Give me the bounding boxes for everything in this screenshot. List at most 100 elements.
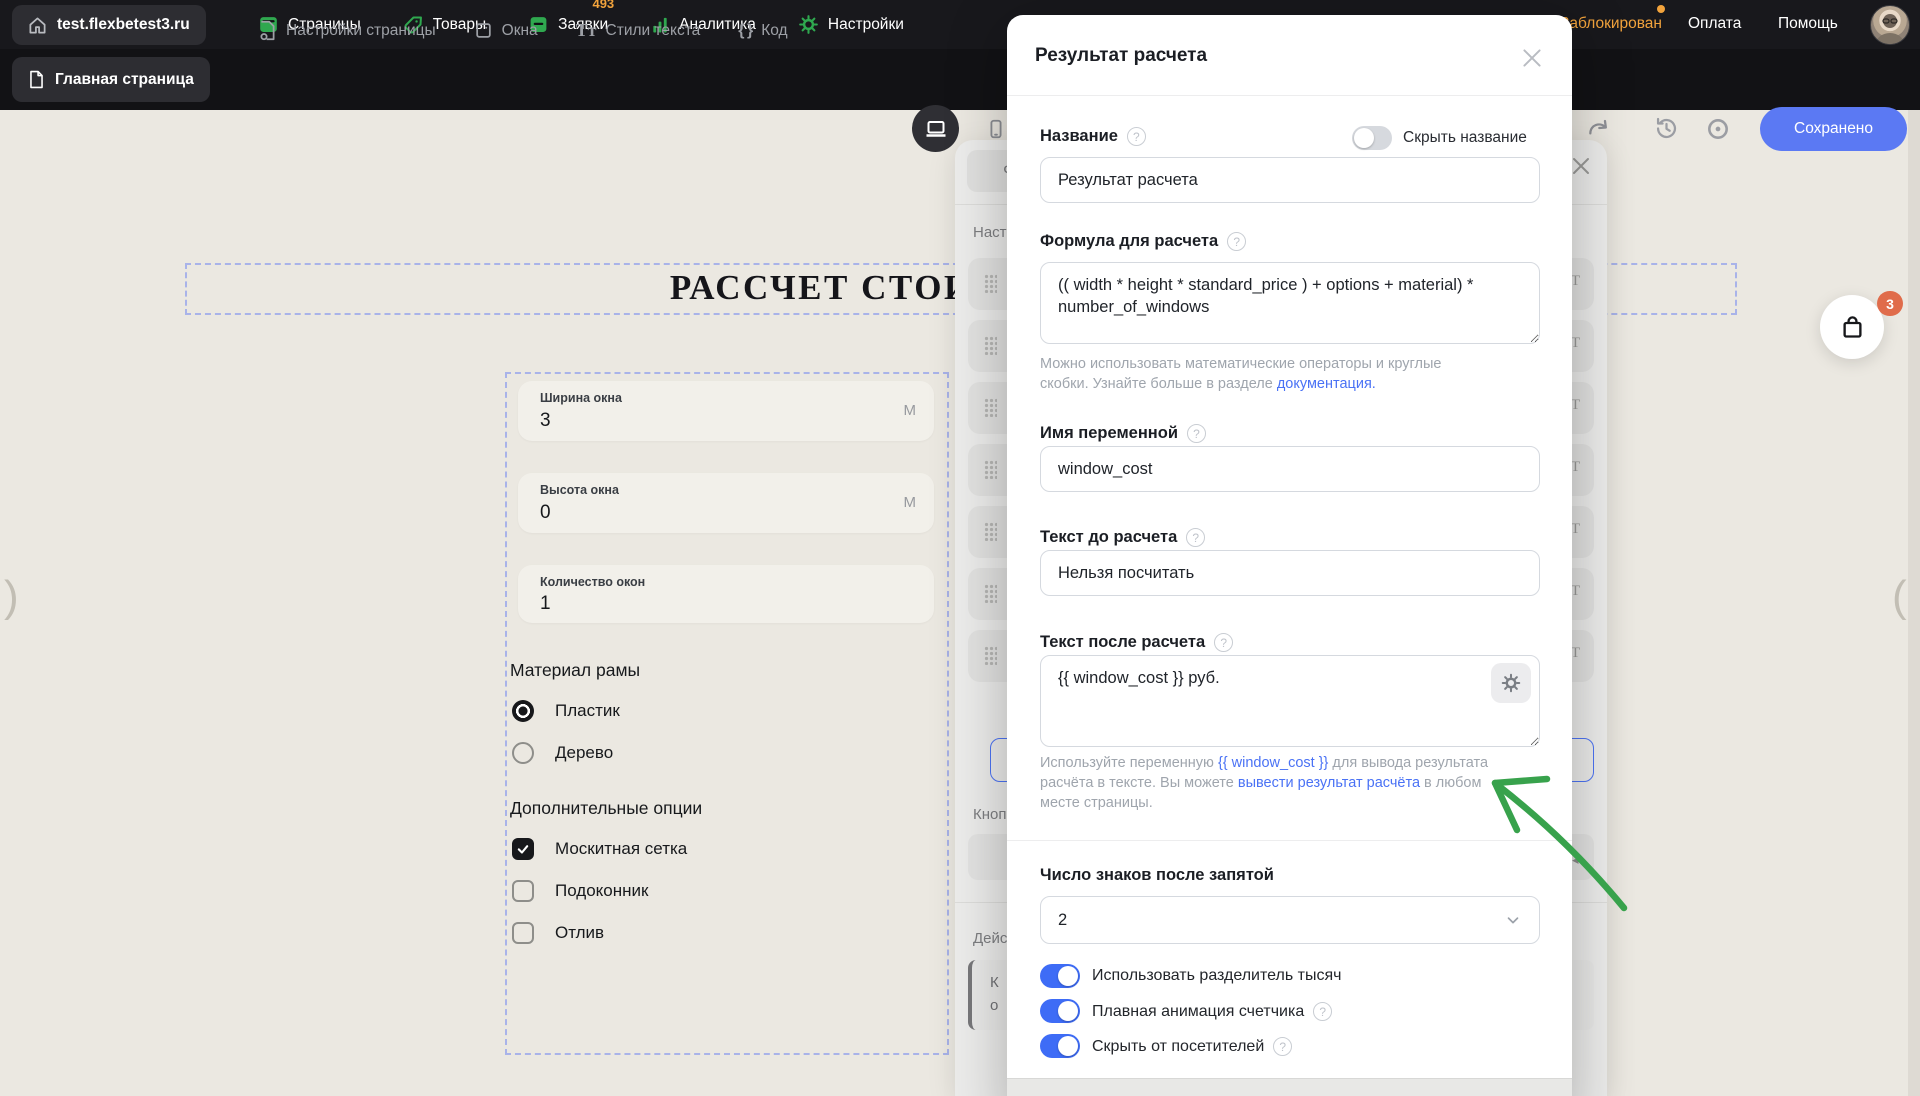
help-icon[interactable]: ? — [1313, 1002, 1332, 1021]
name-label-row: Название ? — [1040, 127, 1146, 146]
help-icon[interactable]: ? — [1186, 528, 1205, 547]
panel-close-icon[interactable] — [1569, 154, 1593, 183]
right-panel-collapse-chevron[interactable]: ( — [1892, 572, 1907, 622]
preview-eye-button[interactable] — [1705, 116, 1731, 147]
text-after-settings-button[interactable] — [1491, 663, 1531, 703]
app-root: ) ( test.flexbetest3.ru Страницы Товары — [0, 0, 1920, 1096]
text-before-label-row: Текст до расчета ? — [1040, 528, 1205, 547]
modal-header-divider — [1007, 95, 1572, 96]
page-name: Главная страница — [55, 71, 194, 89]
redo-button[interactable] — [1586, 115, 1612, 146]
drag-handle-icon[interactable] — [984, 274, 997, 293]
help-icon[interactable]: ? — [1187, 424, 1206, 443]
history-button[interactable] — [1653, 115, 1680, 147]
code-button[interactable]: { } Код — [738, 22, 787, 40]
decimals-select[interactable]: 2 — [1040, 896, 1540, 944]
thousands-separator-toggle[interactable] — [1040, 964, 1080, 988]
text-after-hint: Используйте переменную {{ window_cost }}… — [1040, 753, 1490, 813]
modal-footer — [1007, 1078, 1572, 1096]
page-icon — [28, 70, 45, 89]
drag-handle-icon[interactable] — [984, 336, 997, 355]
width-field[interactable]: Ширина окна 3 М — [518, 381, 934, 441]
modal-title: Результат расчета — [1035, 45, 1207, 67]
formula-label-row: Формула для расчета ? — [1040, 232, 1246, 251]
help-icon[interactable]: ? — [1127, 127, 1146, 146]
counter-animation-label: Плавная анимация счетчика ? — [1092, 1002, 1332, 1021]
field-type-icon: Т — [1571, 645, 1580, 662]
checkbox-mosquito-net[interactable]: Москитная сетка — [512, 838, 687, 860]
mobile-icon — [985, 118, 1007, 140]
text-before-input[interactable] — [1040, 550, 1540, 596]
home-icon — [28, 16, 47, 35]
drag-handle-icon[interactable] — [984, 460, 997, 479]
calc-result-modal: Результат расчета Название ? Скрыть назв… — [1007, 15, 1572, 1096]
saved-button[interactable]: Сохранено — [1760, 107, 1907, 151]
help-icon[interactable]: ? — [1227, 232, 1246, 251]
checkbox-unchecked-icon — [512, 922, 534, 944]
checkbox-unchecked-icon — [512, 880, 534, 902]
radio-wood[interactable]: Дерево — [512, 742, 613, 764]
collapse-arrow-icon[interactable]: ◂ — [1572, 852, 1579, 868]
hide-from-visitors-label: Скрыть от посетителей ? — [1092, 1037, 1292, 1056]
text-styles-icon: Tт — [576, 20, 597, 41]
field-type-icon: Т — [1571, 459, 1580, 476]
modal-section-divider — [1007, 840, 1572, 841]
field-type-icon: Т — [1571, 583, 1580, 600]
text-styles-button[interactable]: Tт Стили текста — [576, 20, 701, 41]
checkbox-checked-icon — [512, 838, 534, 860]
height-field[interactable]: Высота окна 0 М — [518, 473, 934, 533]
user-avatar[interactable] — [1870, 5, 1910, 45]
count-field[interactable]: Количество окон 1 — [518, 565, 934, 623]
name-input[interactable] — [1040, 157, 1540, 203]
documentation-link[interactable]: документация. — [1277, 376, 1376, 392]
print-result-link[interactable]: вывести результат расчёта — [1238, 775, 1420, 791]
cart-button[interactable]: 3 — [1820, 295, 1884, 359]
right-edge-strip — [1908, 110, 1920, 1096]
payment-link[interactable]: Оплата — [1688, 15, 1741, 33]
drag-handle-icon[interactable] — [984, 522, 997, 541]
radio-selected-icon — [512, 700, 534, 722]
drag-handle-icon[interactable] — [984, 646, 997, 665]
checkbox-windowsill[interactable]: Подоконник — [512, 880, 648, 902]
site-switcher[interactable]: test.flexbetest3.ru — [12, 5, 206, 45]
status-notification-dot — [1657, 5, 1665, 13]
hide-name-toggle[interactable] — [1352, 126, 1392, 150]
chevron-down-icon — [1504, 911, 1522, 929]
account-status-label: Заблокирован — [1560, 15, 1662, 33]
text-after-textarea[interactable]: {{ window_cost }} руб. — [1040, 655, 1540, 747]
cart-count-badge: 3 — [1877, 291, 1903, 316]
desktop-view-button[interactable] — [912, 105, 959, 152]
current-page-selector[interactable]: Главная страница — [12, 57, 210, 102]
field-type-icon: Т — [1571, 397, 1580, 414]
gear-icon — [798, 14, 819, 35]
modal-close-icon[interactable] — [1519, 45, 1545, 76]
radio-unselected-icon — [512, 742, 534, 764]
extra-options-label: Дополнительные опции — [510, 798, 702, 819]
desktop-icon — [924, 117, 948, 141]
help-icon[interactable]: ? — [1214, 633, 1233, 652]
formula-hint: Можно использовать математические операт… — [1040, 354, 1470, 394]
formula-textarea[interactable]: (( width * height * standard_price ) + o… — [1040, 262, 1540, 344]
checkbox-drip[interactable]: Отлив — [512, 922, 604, 944]
nav-settings[interactable]: Настройки — [798, 14, 904, 35]
help-icon[interactable]: ? — [1273, 1037, 1292, 1056]
left-panel-collapse-chevron[interactable]: ) — [4, 572, 19, 622]
frame-material-label: Материал рамы — [510, 660, 640, 681]
thousands-separator-label: Использовать разделитель тысяч — [1092, 967, 1341, 985]
radio-plastic[interactable]: Пластик — [512, 700, 620, 722]
variable-input[interactable] — [1040, 446, 1540, 492]
page-settings-icon — [258, 20, 277, 41]
code-icon: { } — [738, 22, 752, 40]
field-type-icon: Т — [1571, 273, 1580, 290]
variable-label-row: Имя переменной ? — [1040, 424, 1206, 443]
hide-from-visitors-toggle[interactable] — [1040, 1034, 1080, 1058]
counter-animation-toggle[interactable] — [1040, 999, 1080, 1023]
site-domain: test.flexbetest3.ru — [57, 16, 190, 34]
drag-handle-icon[interactable] — [984, 398, 997, 417]
hide-name-label: Скрыть название — [1403, 129, 1527, 147]
drag-handle-icon[interactable] — [984, 584, 997, 603]
decimals-label: Число знаков после запятой — [1040, 866, 1274, 885]
windows-button[interactable]: Окна — [474, 21, 538, 40]
help-link[interactable]: Помощь — [1778, 15, 1838, 33]
page-settings-button[interactable]: Настройки страницы — [258, 20, 436, 41]
